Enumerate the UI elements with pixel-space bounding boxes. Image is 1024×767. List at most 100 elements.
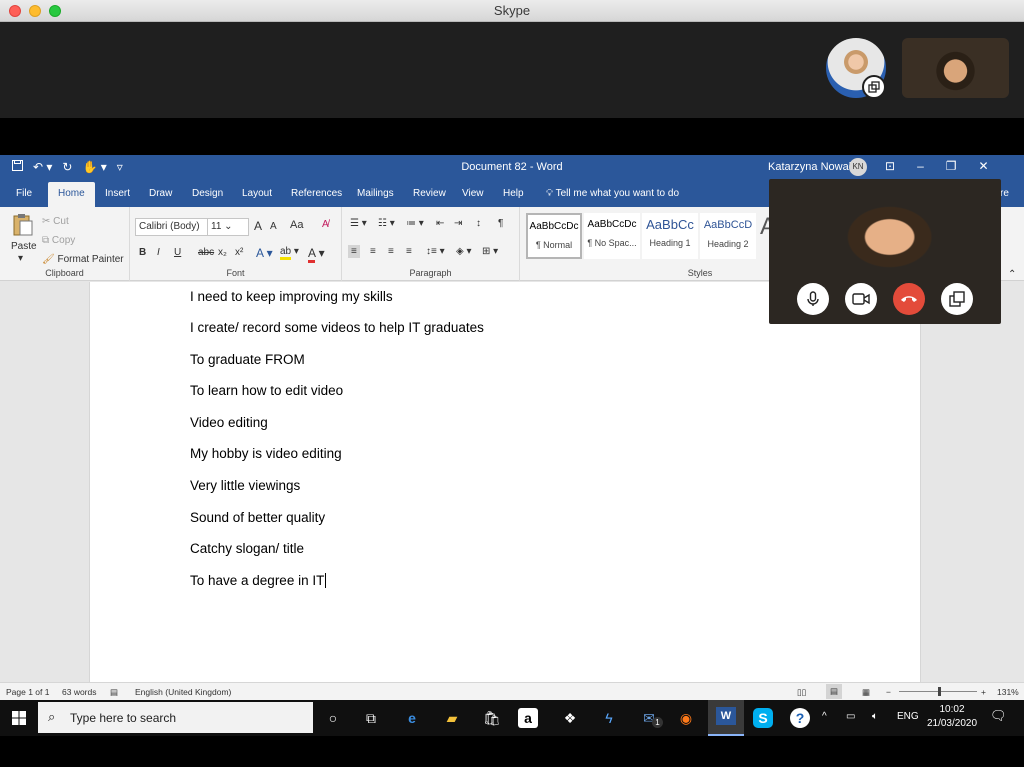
tab-references[interactable]: References — [291, 188, 342, 199]
pop-out-icon[interactable] — [941, 283, 973, 315]
share-button[interactable]: re — [1000, 188, 1009, 199]
microphone-icon[interactable] — [797, 283, 829, 315]
task-view-icon[interactable]: ⧉ — [359, 706, 383, 730]
increase-indent-icon[interactable]: ⇥ — [454, 218, 462, 229]
store-icon[interactable]: 🛍︎ — [480, 706, 504, 730]
shrink-font-button[interactable]: A — [270, 221, 277, 232]
end-call-icon[interactable] — [893, 283, 925, 315]
tab-mailings[interactable]: Mailings — [357, 188, 394, 199]
paragraph-3[interactable]: To graduate FROM — [190, 352, 305, 367]
read-mode-icon[interactable]: ▯▯ — [797, 687, 806, 698]
paste-button[interactable]: Paste — [11, 241, 37, 252]
tab-insert[interactable]: Insert — [105, 188, 130, 199]
strikethrough-button[interactable]: abc — [198, 247, 214, 258]
word-taskbar-button[interactable]: W — [708, 700, 744, 736]
paragraph-4[interactable]: To learn how to edit video — [190, 383, 343, 398]
cortana-icon[interactable]: ○ — [321, 706, 345, 730]
superscript-button[interactable]: x² — [235, 247, 243, 258]
network-icon[interactable]: ▭ — [846, 711, 855, 722]
volume-icon[interactable]: 🔈︎ — [872, 711, 878, 722]
account-name[interactable]: Katarzyna Nowak — [768, 161, 854, 173]
cut-button[interactable]: ✂ Cut — [42, 216, 69, 227]
highlight-color-icon[interactable]: ab ▾ — [280, 246, 299, 260]
borders-icon[interactable]: ⊞ ▾ — [482, 246, 498, 257]
align-left-icon[interactable]: ≡ — [348, 245, 360, 258]
numbering-icon[interactable]: ☷ ▾ — [378, 218, 395, 229]
firefox-icon[interactable]: ◉ — [674, 706, 698, 730]
notifications-icon[interactable]: 🗨︎ — [990, 708, 1007, 724]
ribbon-display-icon[interactable]: ⊡ — [885, 159, 895, 173]
edge-icon[interactable]: e — [400, 706, 424, 730]
font-size-combo[interactable]: 11 ⌄ — [207, 218, 249, 236]
camera-icon[interactable] — [845, 283, 877, 315]
tell-me-search[interactable]: 💡︎ Tell me what you want to do — [546, 188, 679, 199]
switch-camera-icon[interactable] — [862, 75, 886, 99]
close-icon[interactable]: ✕ — [979, 159, 989, 173]
text-effects-icon[interactable]: A ▾ — [256, 246, 273, 260]
zoom-slider-thumb[interactable] — [938, 687, 941, 696]
tab-design[interactable]: Design — [192, 188, 223, 199]
paragraph-2[interactable]: I create/ record some videos to help IT … — [190, 320, 484, 335]
line-spacing-icon[interactable]: ↕≡ ▾ — [426, 246, 445, 257]
paragraph-7[interactable]: Very little viewings — [190, 478, 300, 493]
account-avatar[interactable]: KN — [849, 158, 867, 176]
visual-studio-code-icon[interactable]: ϟ — [597, 706, 621, 730]
justify-icon[interactable]: ≡ — [406, 246, 412, 257]
restore-icon[interactable]: ❐ — [946, 159, 957, 173]
align-right-icon[interactable]: ≡ — [388, 246, 394, 257]
tab-help[interactable]: Help — [503, 188, 524, 199]
bold-button[interactable]: B — [139, 247, 146, 258]
web-layout-icon[interactable]: ▦ — [862, 687, 870, 698]
show-formatting-icon[interactable]: ¶ — [498, 218, 503, 229]
underline-button[interactable]: U — [174, 247, 181, 258]
remote-participant-thumbnail[interactable] — [902, 38, 1009, 98]
bullets-icon[interactable]: ☰ ▾ — [350, 218, 367, 229]
paragraph-1[interactable]: I need to keep improving my skills — [190, 289, 393, 304]
file-explorer-icon[interactable]: ▰ — [440, 706, 464, 730]
subscript-button[interactable]: x₂ — [218, 247, 227, 258]
paragraph-9[interactable]: Catchy slogan/ title — [190, 541, 304, 556]
zoom-in-button[interactable]: + — [981, 687, 986, 697]
grow-font-button[interactable]: A — [254, 219, 262, 233]
paragraph-10[interactable]: To have a degree in IT — [190, 573, 327, 588]
tab-file[interactable]: File — [16, 188, 32, 199]
clear-formatting-icon[interactable]: A̸ — [322, 219, 329, 230]
format-painter-button[interactable]: 🖌︎ Format Painter — [42, 254, 124, 265]
document-page[interactable]: I need to keep improving my skills I cre… — [89, 282, 921, 682]
language-indicator[interactable]: English (United Kingdom) — [135, 687, 231, 697]
font-name-combo[interactable]: Calibri (Body) — [135, 218, 208, 236]
amazon-icon[interactable]: a — [518, 708, 538, 728]
paragraph-5[interactable]: Video editing — [190, 415, 268, 430]
style-normal[interactable]: AaBbCcDc ¶ Normal — [526, 213, 582, 259]
tab-layout[interactable]: Layout — [242, 188, 272, 199]
paste-icon[interactable] — [12, 213, 34, 240]
zoom-out-button[interactable]: − — [886, 687, 891, 697]
italic-button[interactable]: I — [157, 247, 160, 258]
taskbar-search-box[interactable]: ⌕ Type here to search — [38, 702, 313, 733]
page-count[interactable]: Page 1 of 1 — [6, 687, 49, 697]
tab-home[interactable]: Home — [48, 182, 95, 207]
sort-icon[interactable]: ↕ — [476, 218, 481, 229]
style-heading-2[interactable]: AaBbCcD Heading 2 — [700, 213, 756, 259]
dropbox-icon[interactable]: ❖ — [558, 706, 582, 730]
minimize-icon[interactable]: – — [917, 159, 924, 173]
style-heading-1[interactable]: AaBbCc Heading 1 — [642, 213, 698, 259]
decrease-indent-icon[interactable]: ⇤ — [436, 218, 444, 229]
input-language[interactable]: ENG — [897, 711, 919, 722]
tab-view[interactable]: View — [462, 188, 484, 199]
skype-icon[interactable]: S — [753, 708, 773, 728]
zoom-level[interactable]: 131% — [997, 687, 1019, 697]
taskbar-clock[interactable]: 10:02 21/03/2020 — [924, 703, 980, 731]
tray-chevron-icon[interactable]: ^ — [822, 711, 827, 722]
proofing-icon[interactable]: ▤ — [110, 687, 118, 698]
paragraph-8[interactable]: Sound of better quality — [190, 510, 325, 525]
copy-button[interactable]: ⧉ Copy — [42, 235, 75, 246]
print-layout-icon[interactable]: ▤ — [826, 684, 843, 699]
shading-icon[interactable]: ◈ ▾ — [456, 246, 472, 257]
collapse-ribbon-icon[interactable]: ⌃ — [1008, 269, 1016, 280]
multilevel-list-icon[interactable]: ≔ ▾ — [406, 218, 424, 229]
paragraph-6[interactable]: My hobby is video editing — [190, 446, 342, 461]
change-case-button[interactable]: Aa — [290, 219, 303, 231]
tab-review[interactable]: Review — [413, 188, 446, 199]
tab-draw[interactable]: Draw — [149, 188, 172, 199]
